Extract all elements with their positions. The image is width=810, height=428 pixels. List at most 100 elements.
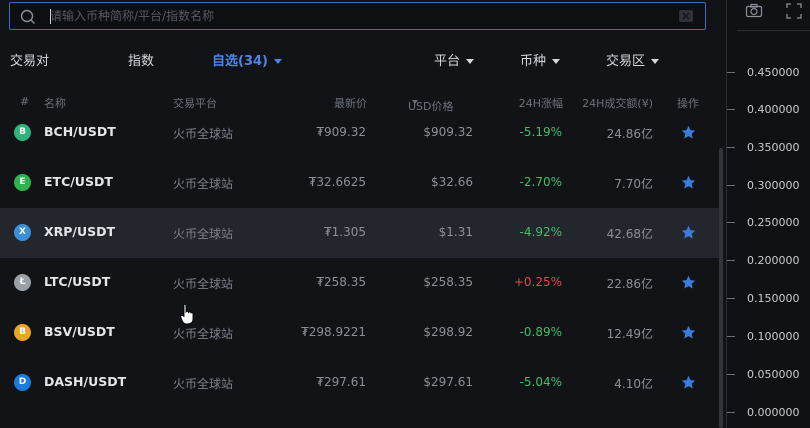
- usd-price: $297.61: [423, 375, 473, 389]
- star-icon[interactable]: [681, 275, 696, 290]
- volume-24h: 24.86亿: [606, 127, 653, 141]
- tick-label: 0.100000: [747, 330, 800, 343]
- star-icon[interactable]: [681, 325, 696, 340]
- volume-24h: 22.86亿: [606, 277, 653, 291]
- star-icon[interactable]: [681, 175, 696, 190]
- table-row[interactable]: B BSV/USDT 火币全球站 ₮298.9221 $298.92 -0.89…: [0, 308, 720, 358]
- star-icon[interactable]: [681, 125, 696, 140]
- col-num: #: [20, 95, 30, 108]
- tick-mark: [727, 374, 735, 375]
- app-root: 交易对 指数 自选(34) 平台 币种 交易区 # 名称 交易平台 最新价 US…: [0, 0, 810, 428]
- axis-tick: 0.000000: [727, 406, 810, 420]
- change-24h: -5.19%: [519, 125, 562, 139]
- tick-label: 0.050000: [747, 368, 800, 381]
- tick-mark: [727, 412, 735, 413]
- fullscreen-icon[interactable]: [785, 2, 803, 20]
- etc-icon: E: [14, 174, 31, 191]
- chevron-down-icon: [651, 59, 660, 64]
- star-icon[interactable]: [681, 225, 696, 240]
- mouse-pointer-icon: [180, 303, 194, 325]
- clear-icon[interactable]: [679, 10, 693, 22]
- axis-tick: 0.450000: [727, 66, 810, 80]
- axis-tick: 0.250000: [727, 216, 810, 230]
- scrollbar[interactable]: [719, 148, 723, 428]
- tick-label: 0.250000: [747, 216, 800, 229]
- platform-name: 火币全球站: [173, 377, 234, 391]
- platform-label: 平台: [434, 54, 461, 69]
- change-24h: -2.70%: [519, 175, 562, 189]
- change-24h: -5.04%: [519, 375, 562, 389]
- axis-tick: 0.200000: [727, 254, 810, 268]
- usd-price: $258.35: [423, 275, 473, 289]
- text-cursor: [50, 9, 51, 24]
- change-24h: -0.89%: [519, 325, 562, 339]
- market-list: B BCH/USDT 火币全球站 ₮909.32 $909.32 -5.19% …: [0, 108, 720, 428]
- coin-dropdown[interactable]: 币种: [520, 50, 561, 69]
- tick-mark: [727, 260, 735, 261]
- latest-price: ₮297.61: [316, 375, 366, 389]
- volume-24h: 42.68亿: [606, 227, 653, 241]
- platform-name: 火币全球站: [173, 327, 234, 341]
- table-row[interactable]: B BCH/USDT 火币全球站 ₮909.32 $909.32 -5.19% …: [0, 108, 720, 158]
- bch-icon: B: [14, 124, 31, 141]
- tick-label: 0.000000: [747, 406, 800, 419]
- coin-label: 币种: [520, 54, 547, 69]
- search-box[interactable]: [9, 2, 706, 30]
- col-usd[interactable]: USD价格: [408, 95, 454, 113]
- tick-label: 0.150000: [747, 292, 800, 305]
- tick-mark: [727, 72, 735, 73]
- tick-label: 0.400000: [747, 103, 800, 116]
- tick-mark: [727, 222, 735, 223]
- tick-mark: [727, 185, 735, 186]
- platform-dropdown[interactable]: 平台: [434, 50, 475, 69]
- pair-name[interactable]: ETC/USDT: [44, 174, 113, 189]
- ltc-icon: Ł: [14, 274, 31, 291]
- tick-label: 0.300000: [747, 179, 800, 192]
- tick-label: 0.350000: [747, 141, 800, 154]
- zone-label: 交易区: [606, 54, 646, 69]
- platform-name: 火币全球站: [173, 127, 234, 141]
- chevron-down-icon: [273, 59, 282, 64]
- bsv-icon: B: [14, 324, 31, 341]
- pair-name[interactable]: BSV/USDT: [44, 324, 115, 339]
- table-row[interactable]: D DASH/USDT 火币全球站 ₮297.61 $297.61 -5.04%…: [0, 358, 720, 408]
- latest-price: ₮32.6625: [308, 175, 366, 189]
- usd-price: $32.66: [431, 175, 473, 189]
- usd-price: $1.31: [438, 225, 473, 239]
- change-24h: +0.25%: [513, 275, 562, 289]
- axis-tick: 0.300000: [727, 179, 810, 193]
- volume-24h: 12.49亿: [606, 327, 653, 341]
- tick-mark: [727, 147, 735, 148]
- latest-price: ₮1.305: [324, 225, 366, 239]
- camera-icon[interactable]: [745, 2, 763, 20]
- axis-tick: 0.350000: [727, 141, 810, 155]
- zone-dropdown[interactable]: 交易区: [606, 50, 660, 69]
- market-panel: 交易对 指数 自选(34) 平台 币种 交易区 # 名称 交易平台 最新价 US…: [0, 0, 726, 428]
- pair-name[interactable]: BCH/USDT: [44, 124, 116, 139]
- pair-name[interactable]: XRP/USDT: [44, 224, 115, 239]
- tab-pairs[interactable]: 交易对: [10, 50, 49, 69]
- pair-name[interactable]: LTC/USDT: [44, 274, 110, 289]
- chevron-down-icon: [552, 59, 561, 64]
- usd-price: $909.32: [423, 125, 473, 139]
- platform-name: 火币全球站: [173, 177, 234, 191]
- table-row[interactable]: Ł LTC/USDT 火币全球站 ₮258.35 $258.35 +0.25% …: [0, 258, 720, 308]
- toolbar-divider: [737, 30, 810, 31]
- chevron-down-icon: [466, 59, 475, 64]
- volume-24h: 4.10亿: [614, 377, 653, 391]
- tab-favorites[interactable]: 自选(34): [212, 50, 282, 69]
- platform-name: 火币全球站: [173, 227, 234, 241]
- filter-bar: 交易对 指数 自选(34) 平台 币种 交易区: [0, 46, 726, 72]
- tab-index[interactable]: 指数: [128, 50, 154, 69]
- axis-tick: 0.050000: [727, 368, 810, 382]
- volume-24h: 7.70亿: [614, 177, 653, 191]
- price-axis: 0.450000 0.400000 0.350000 0.300000 0.250000…: [726, 0, 810, 428]
- table-row[interactable]: X XRP/USDT 火币全球站 ₮1.305 $1.31 -4.92% 42.…: [0, 208, 720, 258]
- search-input[interactable]: [50, 6, 670, 26]
- table-row[interactable]: E ETC/USDT 火币全球站 ₮32.6625 $32.66 -2.70% …: [0, 158, 720, 208]
- change-24h: -4.92%: [519, 225, 562, 239]
- star-icon[interactable]: [681, 375, 696, 390]
- pair-name[interactable]: DASH/USDT: [44, 374, 126, 389]
- xrp-icon: X: [14, 224, 31, 241]
- axis-tick: 0.400000: [727, 103, 810, 117]
